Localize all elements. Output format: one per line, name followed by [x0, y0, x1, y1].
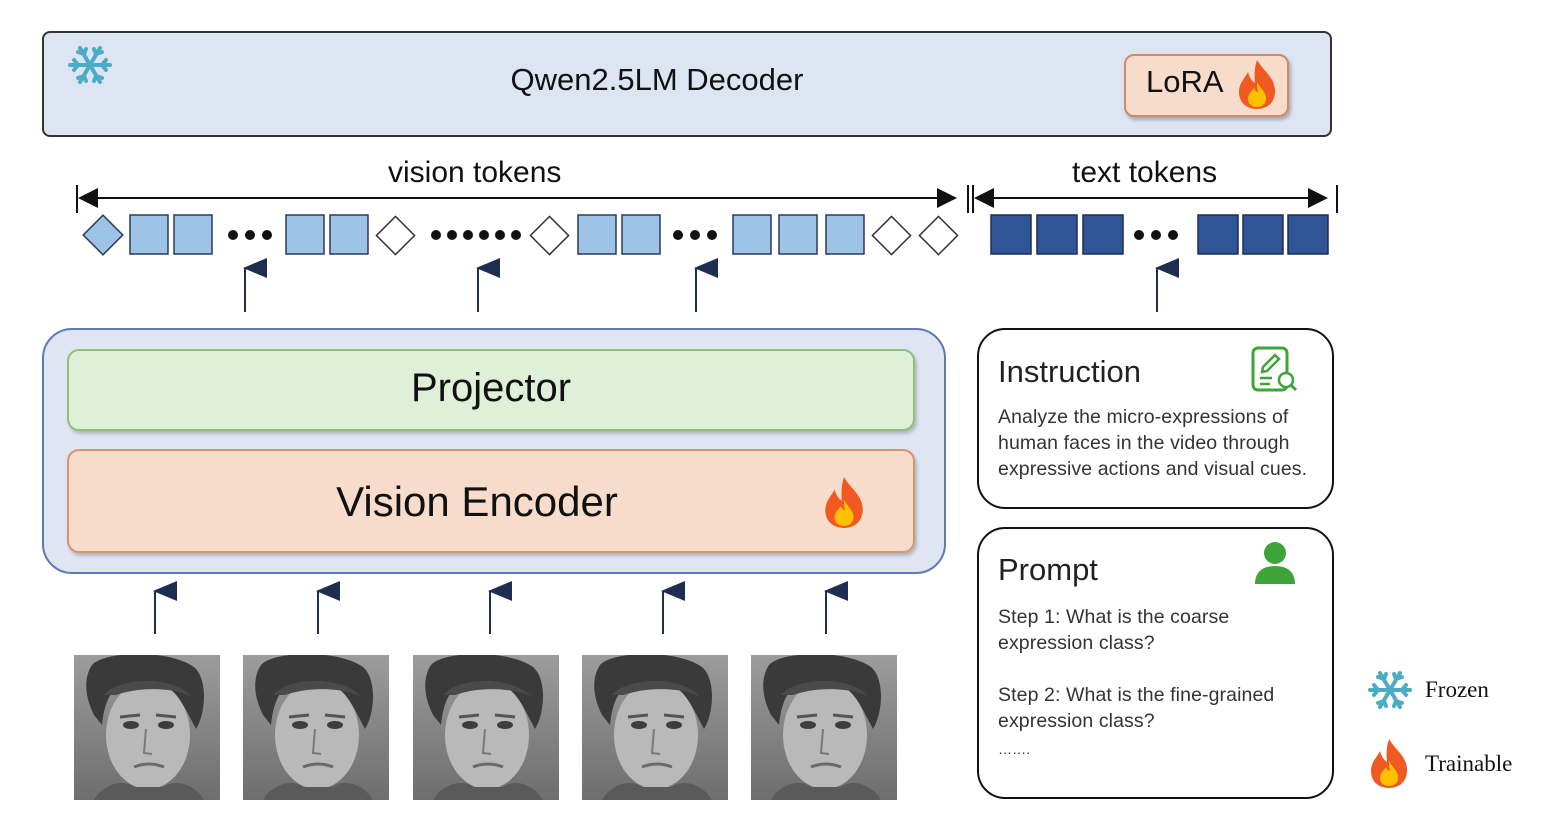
ellipsis-dots — [1134, 230, 1178, 240]
separator-diamond — [375, 215, 416, 256]
arrows-from-frames — [153, 581, 848, 634]
face-frame-4 — [582, 655, 728, 800]
text-token — [1197, 214, 1239, 255]
text-token — [990, 214, 1032, 255]
text-token — [1287, 214, 1329, 255]
separator-diamond — [871, 215, 912, 256]
text-token — [1036, 214, 1078, 255]
instruction-text: Analyze the micro-expressions of human f… — [998, 404, 1307, 482]
prompt-line: expression class? — [998, 632, 1155, 654]
face-frame-1 — [74, 655, 220, 800]
vision-token — [329, 214, 369, 255]
legend-trainable: Trainable — [1425, 751, 1513, 776]
separator-diamond — [529, 215, 570, 256]
prompt-line: Step 2: What is the fine-grained — [998, 684, 1275, 706]
face-frame-2 — [243, 655, 389, 800]
ellipsis-dots — [431, 230, 521, 240]
text-tokens-bracket — [972, 185, 1338, 213]
instruction-line: human faces in the video through — [998, 432, 1290, 454]
prompt-step-2: Step 2: What is the fine-grained express… — [998, 682, 1274, 734]
text-token-row — [990, 214, 1329, 255]
vision-token — [173, 214, 213, 255]
prompt-line: Step 1: What is the coarse — [998, 606, 1230, 628]
snowflake-icon — [1368, 671, 1412, 709]
prompt-title: Prompt — [998, 552, 1098, 587]
vision-token — [825, 214, 865, 255]
user-icon — [1255, 542, 1295, 584]
ellipsis-dots — [673, 230, 717, 240]
vision-encoder-label: Vision Encoder — [336, 478, 618, 525]
document-search-icon — [1251, 346, 1298, 392]
text-token — [1242, 214, 1284, 255]
text-token — [1082, 214, 1124, 255]
vision-token — [577, 214, 617, 255]
arrows-to-tokens — [243, 258, 1179, 312]
vision-token — [129, 214, 169, 255]
ellipsis-dots — [228, 230, 272, 240]
vision-token — [732, 214, 772, 255]
vision-token-start-diamond — [82, 214, 124, 256]
vision-token — [621, 214, 661, 255]
projector-label: Projector — [410, 366, 572, 410]
instruction-line: Analyze the micro-expressions of — [998, 406, 1289, 428]
vision-token — [285, 214, 325, 255]
prompt-step-1: Step 1: What is the coarse expression cl… — [998, 604, 1229, 656]
instruction-line: expressive actions and visual cues. — [998, 458, 1308, 480]
prompt-line: expression class? — [998, 710, 1155, 732]
face-frame-5 — [751, 655, 897, 800]
separator-diamond — [918, 215, 959, 256]
face-frame-3 — [413, 655, 559, 800]
legend-frozen: Frozen — [1425, 677, 1489, 702]
vision-token — [778, 214, 818, 255]
flame-icon — [1371, 739, 1408, 788]
prompt-ellipsis: ……. — [998, 741, 1031, 757]
vision-tokens-bracket — [76, 185, 969, 213]
vision-token-row — [82, 214, 959, 256]
flame-icon — [825, 477, 863, 528]
instruction-title: Instruction — [998, 354, 1142, 389]
